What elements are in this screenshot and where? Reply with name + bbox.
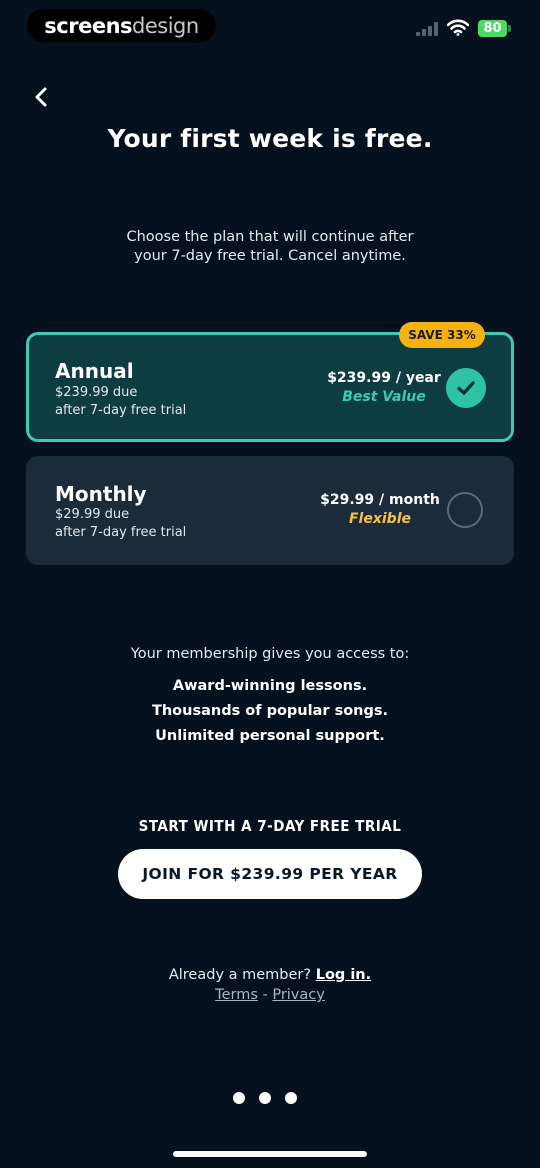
plan-name-monthly: Monthly [55,482,147,506]
privacy-link[interactable]: Privacy [272,987,325,1003]
plan-price-monthly: $29.99 / month [320,492,440,508]
brand-logo-part2: design [132,13,199,38]
plan-due-monthly: $29.99 due after 7-day free trial [55,506,186,542]
plan-trial-annual: after 7-day free trial [55,403,187,418]
subtitle-line-1: Choose the plan that will continue after [126,229,414,245]
plan-due-amount-monthly: $29.99 due [55,507,130,522]
page-title: Your first week is free. [107,124,433,153]
chevron-left-icon [35,87,47,107]
trial-heading: START WITH A 7-DAY FREE TRIAL [138,817,402,835]
wifi-icon [447,19,469,36]
login-link[interactable]: Log in. [316,967,371,983]
terms-link[interactable]: Terms [215,987,258,1003]
plan-tag-annual: Best Value [342,389,426,405]
benefit-item: Thousands of popular songs. [151,703,389,719]
page-indicator [233,1092,297,1104]
plan-name-annual: Annual [55,359,134,383]
cellular-signal-icon [416,22,438,36]
brand-logo-part1: screens [44,13,133,38]
page-subtitle: Choose the plan that will continue after… [120,228,420,266]
home-indicator [173,1151,367,1157]
benefit-item: Award-winning lessons. [172,678,368,694]
unselected-radio-monthly[interactable] [447,492,483,528]
status-bar: screens design 80 [0,0,540,52]
battery-level: 80 [478,20,507,37]
subtitle-line-2: your 7-day free trial. Cancel anytime. [134,248,406,264]
plan-price-annual: $239.99 / year [327,370,441,386]
battery-tip [508,25,511,32]
battery-indicator: 80 [478,20,512,37]
plan-due-annual: $239.99 due after 7-day free trial [55,384,186,420]
membership-heading: Your membership gives you access to: [130,646,410,662]
selected-radio-annual[interactable] [446,368,486,408]
page-dot [259,1092,271,1104]
back-button[interactable] [26,82,56,112]
checkmark-icon [457,381,475,395]
plan-trial-monthly: after 7-day free trial [55,525,187,540]
legal-separator: - [262,987,268,1003]
join-button[interactable]: JOIN FOR $239.99 PER YEAR [118,849,422,899]
save-badge: SAVE 33% [399,322,485,348]
page-dot [233,1092,245,1104]
member-line: Already a member? Log in. [0,967,540,983]
plan-tag-monthly: Flexible [348,511,411,527]
member-text: Already a member? [168,967,312,983]
page-dot [285,1092,297,1104]
plan-due-amount-annual: $239.99 due [55,385,138,400]
benefit-item: Unlimited personal support. [155,728,385,744]
brand-logo: screens design [27,9,216,42]
legal-links: Terms - Privacy [0,987,540,1003]
